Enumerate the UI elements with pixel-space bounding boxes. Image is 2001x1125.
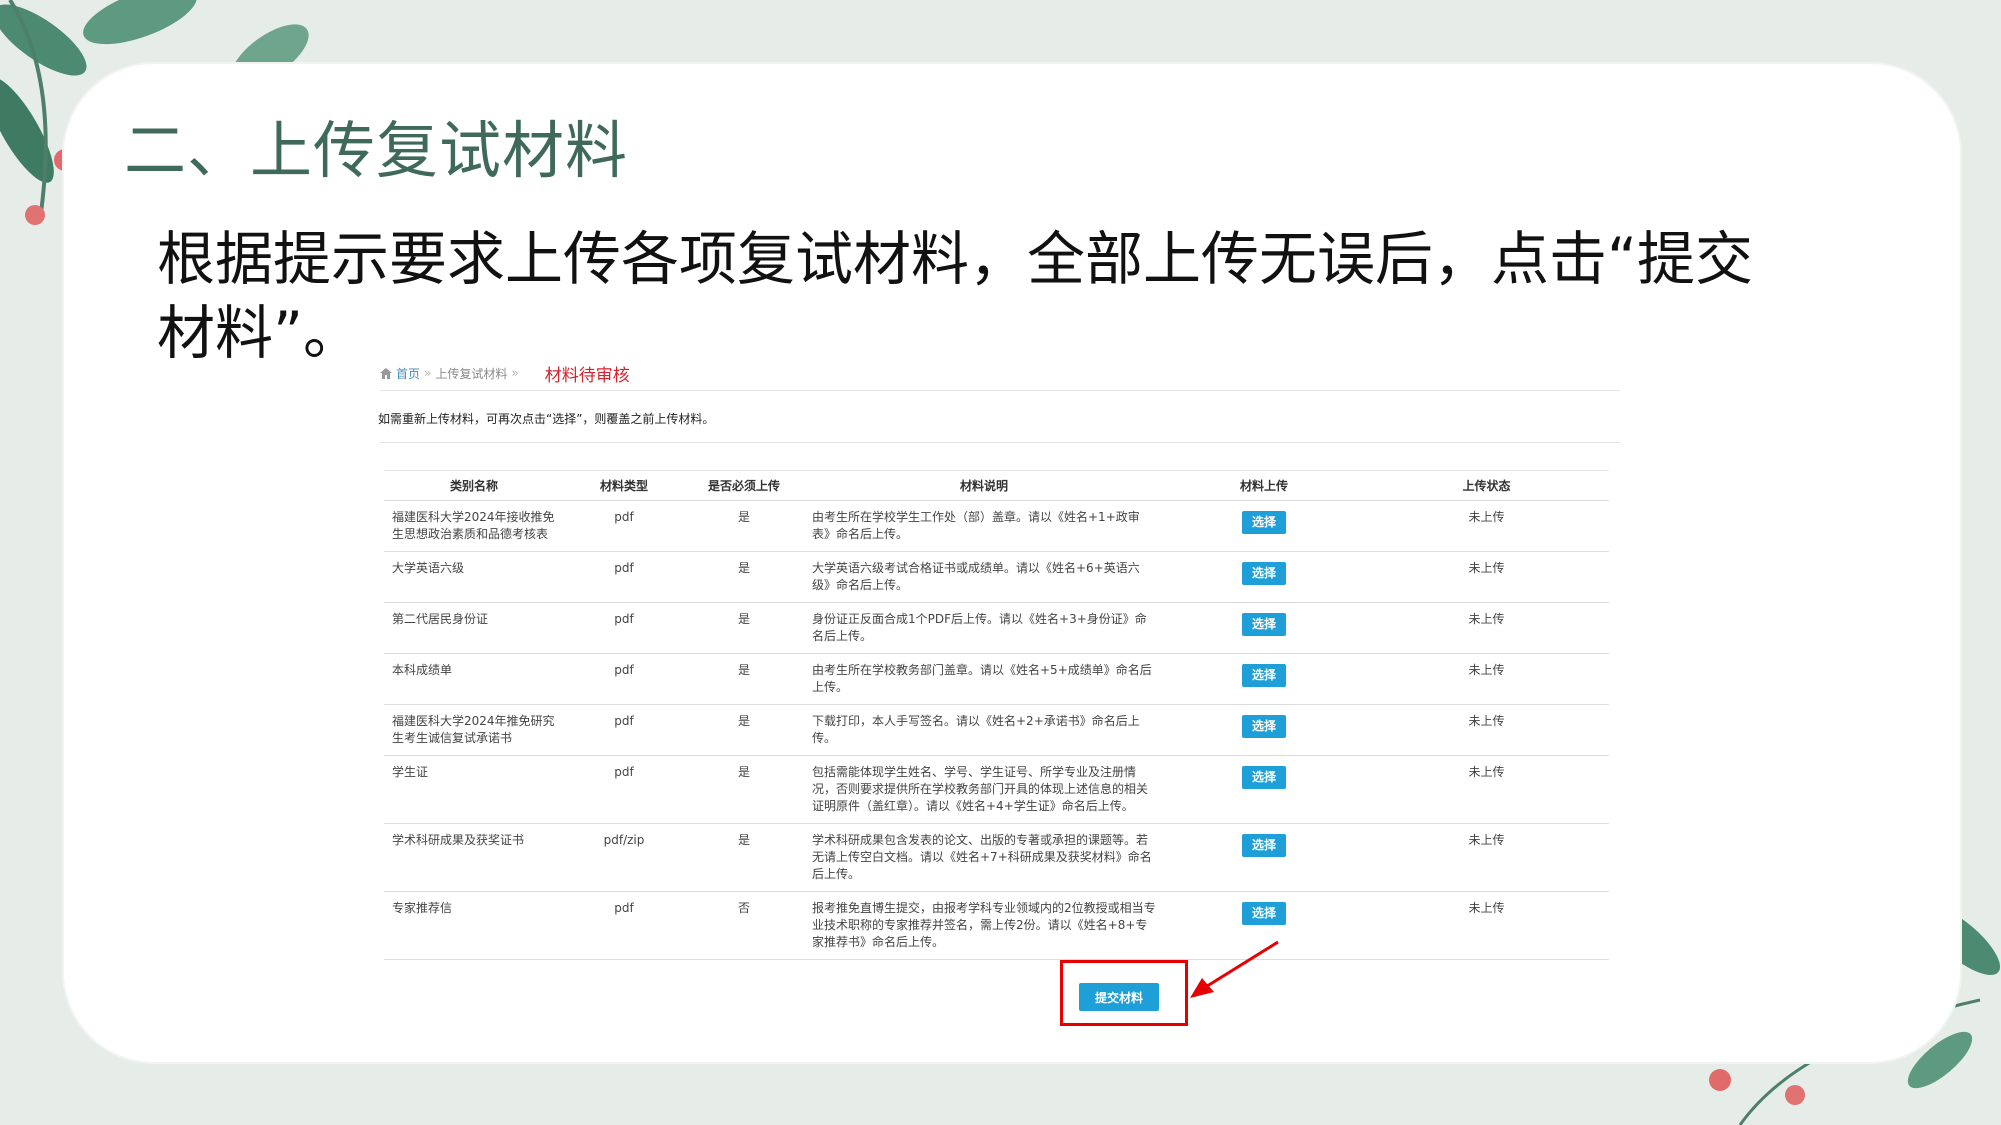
cell-type: pdf (564, 704, 684, 756)
submit-materials-button[interactable]: 提交材料 (1079, 983, 1159, 1011)
select-file-button[interactable]: 选择 (1241, 902, 1286, 925)
cell-category: 福建医科大学2024年接收推免生思想政治素质和品德考核表 (384, 500, 564, 552)
select-file-button[interactable]: 选择 (1241, 511, 1286, 534)
cell-upload: 选择 (1164, 500, 1364, 552)
cell-type: pdf (564, 602, 684, 654)
divider (380, 390, 1620, 391)
cell-required: 是 (684, 602, 804, 654)
cell-category: 专家推荐信 (384, 891, 564, 960)
cell-status: 未上传 (1364, 653, 1609, 705)
header-type: 材料类型 (564, 470, 684, 501)
upload-page-screenshot: 首页 » 上传复试材料 » 材料待审核 如需重新上传材料，可再次点击“选择”，则… (370, 360, 1620, 1060)
cell-category: 大学英语六级 (384, 551, 564, 603)
cell-description: 包括需能体现学生姓名、学号、学生证号、所学专业及注册情况，否则要求提供所在学校教… (804, 755, 1164, 824)
cell-description: 大学英语六级考试合格证书或成绩单。请以《姓名+6+英语六级》命名后上传。 (804, 551, 1164, 603)
header-upload: 材料上传 (1164, 470, 1364, 501)
select-file-button[interactable]: 选择 (1241, 834, 1286, 857)
select-file-button[interactable]: 选择 (1241, 664, 1286, 687)
cell-category: 学生证 (384, 755, 564, 824)
cell-type: pdf/zip (564, 823, 684, 892)
cell-category: 福建医科大学2024年推免研究生考生诚信复试承诺书 (384, 704, 564, 756)
cell-upload: 选择 (1164, 823, 1364, 892)
breadcrumb-separator: » (424, 366, 432, 380)
table-row: 学术科研成果及获奖证书 pdf/zip 是学术科研成果包含发表的论文、出版的专著或承… (384, 823, 1609, 892)
cell-required: 否 (684, 891, 804, 960)
select-file-button[interactable]: 选择 (1241, 766, 1286, 789)
cell-required: 是 (684, 704, 804, 756)
select-file-button[interactable]: 选择 (1241, 562, 1286, 585)
table-row: 福建医科大学2024年推免研究生考生诚信复试承诺书 pdf 是下载打印，本人手写签名… (384, 704, 1609, 756)
cell-category: 本科成绩单 (384, 653, 564, 705)
header-description: 材料说明 (804, 470, 1164, 501)
select-file-button[interactable]: 选择 (1241, 715, 1286, 738)
home-icon (380, 367, 392, 379)
cell-status: 未上传 (1364, 755, 1609, 824)
cell-required: 是 (684, 500, 804, 552)
cell-description: 身份证正反面合成1个PDF后上传。请以《姓名+3+身份证》命名后上传。 (804, 602, 1164, 654)
breadcrumb: 首页 » 上传复试材料 » 材料待审核 (380, 360, 630, 386)
cell-type: pdf (564, 891, 684, 960)
breadcrumb-current-page: 上传复试材料 (435, 366, 508, 381)
header-status: 上传状态 (1364, 470, 1609, 501)
divider (380, 442, 1620, 443)
cell-type: pdf (564, 500, 684, 552)
cell-type: pdf (564, 653, 684, 705)
cell-upload: 选择 (1164, 602, 1364, 654)
slide-title: 二、上传复试材料 (124, 114, 629, 187)
cell-required: 是 (684, 823, 804, 892)
cell-upload: 选择 (1164, 704, 1364, 756)
cell-category: 第二代居民身份证 (384, 602, 564, 654)
table-row: 福建医科大学2024年接收推免生思想政治素质和品德考核表 pdf 是由考生所在学校学… (384, 500, 1609, 552)
review-status-label: 材料待审核 (544, 365, 630, 386)
table-row: 专家推荐信 pdf 否报考推免直博生提交，由报考学科专业领域内的2位教授或相当专业技… (384, 891, 1609, 960)
cell-upload: 选择 (1164, 551, 1364, 603)
header-category: 类别名称 (384, 470, 564, 501)
cell-type: pdf (564, 755, 684, 824)
table-row: 第二代居民身份证 pdf 是身份证正反面合成1个PDF后上传。请以《姓名+3+身份证… (384, 602, 1609, 654)
cell-required: 是 (684, 551, 804, 603)
table-row: 本科成绩单 pdf 是由考生所在学校教务部门盖章。请以《姓名+5+成绩单》命名后上传… (384, 653, 1609, 705)
materials-table: 类别名称 材料类型 是否必须上传 材料说明 材料上传 上传状态 福建医科大学20… (384, 470, 1609, 960)
cell-category: 学术科研成果及获奖证书 (384, 823, 564, 892)
breadcrumb-separator: » (511, 366, 519, 380)
table-header-row: 类别名称 材料类型 是否必须上传 材料说明 材料上传 上传状态 (384, 470, 1609, 501)
cell-required: 是 (684, 755, 804, 824)
cell-upload: 选择 (1164, 755, 1364, 824)
cell-required: 是 (684, 653, 804, 705)
cell-description: 报考推免直博生提交，由报考学科专业领域内的2位教授或相当专业技术职称的专家推荐并… (804, 891, 1164, 960)
cell-status: 未上传 (1364, 704, 1609, 756)
cell-description: 由考生所在学校教务部门盖章。请以《姓名+5+成绩单》命名后上传。 (804, 653, 1164, 705)
cell-upload: 选择 (1164, 653, 1364, 705)
cell-description: 由考生所在学校学生工作处（部）盖章。请以《姓名+1+政审表》命名后上传。 (804, 500, 1164, 552)
cell-status: 未上传 (1364, 823, 1609, 892)
table-row: 学生证 pdf 是包括需能体现学生姓名、学号、学生证号、所学专业及注册情况，否则要求… (384, 755, 1609, 824)
header-required: 是否必须上传 (684, 470, 804, 501)
cell-status: 未上传 (1364, 602, 1609, 654)
cell-status: 未上传 (1364, 551, 1609, 603)
table-row: 大学英语六级 pdf 是大学英语六级考试合格证书或成绩单。请以《姓名+6+英语六级》… (384, 551, 1609, 603)
submit-highlight-box: 提交材料 (1060, 960, 1188, 1026)
cell-description: 学术科研成果包含发表的论文、出版的专著或承担的课题等。若无请上传空白文档。请以《… (804, 823, 1164, 892)
pointer-arrow-icon (1190, 940, 1279, 998)
cell-status: 未上传 (1364, 891, 1609, 960)
select-file-button[interactable]: 选择 (1241, 613, 1286, 636)
slide-instruction: 根据提示要求上传各项复试材料，全部上传无误后，点击“提交材料”。 (157, 225, 1754, 367)
breadcrumb-home-link[interactable]: 首页 (396, 365, 420, 382)
cell-description: 下载打印，本人手写签名。请以《姓名+2+承诺书》命名后上传。 (804, 704, 1164, 756)
cell-type: pdf (564, 551, 684, 603)
reupload-notice: 如需重新上传材料，可再次点击“选择”，则覆盖之前上传材料。 (378, 412, 715, 426)
cell-status: 未上传 (1364, 500, 1609, 552)
